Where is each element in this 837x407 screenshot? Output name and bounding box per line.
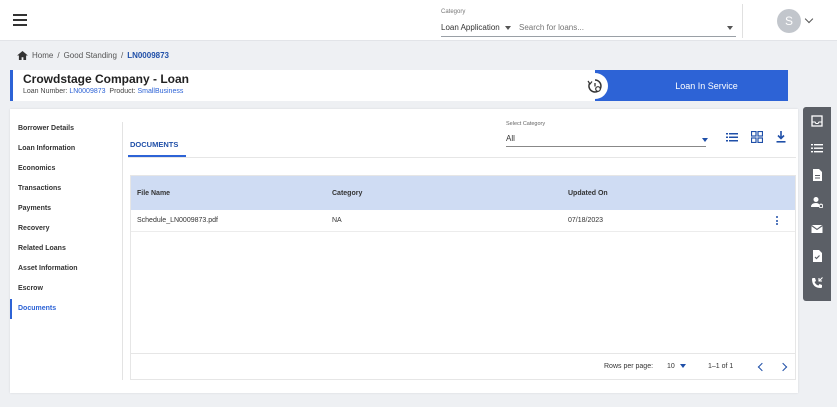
document-icon[interactable] — [811, 169, 823, 181]
column-header-category[interactable]: Category — [332, 190, 362, 197]
chevron-down-icon — [679, 364, 686, 369]
list-icon[interactable] — [811, 142, 823, 154]
breadcrumb-current: LN0009873 — [127, 51, 169, 60]
sidebar-item-loan-information[interactable]: Loan Information — [10, 139, 122, 159]
sidebar-item-related-loans[interactable]: Related Loans — [10, 239, 122, 259]
sidebar-item-escrow[interactable]: Escrow — [10, 279, 122, 299]
tab-divider — [128, 157, 796, 158]
topbar-divider — [742, 4, 743, 38]
loan-number[interactable]: LN0009873 — [69, 88, 105, 95]
breadcrumb-separator: / — [120, 51, 124, 60]
next-page-icon[interactable] — [778, 362, 788, 372]
table-row[interactable]: Schedule_LN0009873.pdf NA 07/18/2023 — [131, 210, 795, 232]
table-pagination: Rows per page: 10 1–1 of 1 — [131, 353, 795, 379]
sidebar-item-asset-information[interactable]: Asset Information — [10, 259, 122, 279]
chevron-down-icon[interactable] — [702, 138, 708, 142]
more-vert-icon[interactable] — [776, 216, 779, 227]
product-label: Product: — [109, 88, 136, 95]
previous-page-icon[interactable] — [757, 362, 767, 372]
breadcrumb-home[interactable]: Home — [32, 51, 53, 60]
home-icon[interactable] — [17, 51, 28, 60]
top-bar: Category Loan Application S — [0, 0, 837, 41]
inbox-icon[interactable] — [811, 115, 823, 127]
task-document-icon[interactable] — [811, 250, 823, 262]
category-select[interactable]: Loan Application — [441, 23, 511, 32]
sidebar-item-transactions[interactable]: Transactions — [10, 179, 122, 199]
list-view-icon[interactable] — [726, 131, 738, 143]
category-label: Category — [441, 9, 466, 15]
breadcrumb-good-standing[interactable]: Good Standing — [64, 51, 117, 60]
sidebar-item-payments[interactable]: Payments — [10, 199, 122, 219]
avatar[interactable]: S — [777, 9, 801, 33]
table-header: File Name Category Updated On — [131, 176, 795, 210]
status-badge: Loan In Service — [595, 70, 788, 101]
select-category-label: Select Category — [506, 121, 546, 127]
rows-per-page-value: 10 — [667, 363, 675, 370]
menu-icon[interactable] — [13, 14, 27, 26]
rows-per-page-select[interactable]: 10 — [667, 363, 686, 370]
sidebar-item-documents[interactable]: Documents — [10, 299, 122, 319]
loan-meta: Loan Number: LN0009873 Product: SmallBus… — [23, 88, 183, 95]
download-icon[interactable] — [775, 131, 787, 143]
documents-table: File Name Category Updated On Schedule_L… — [130, 175, 796, 380]
section-nav: Borrower Details Loan Information Econom… — [10, 119, 122, 319]
chevron-down-icon — [504, 25, 511, 30]
user-settings-icon[interactable] — [811, 196, 823, 208]
category-cell: NA — [332, 217, 342, 224]
select-category-underline — [506, 146, 706, 147]
right-action-rail — [803, 107, 831, 301]
sidebar-item-economics[interactable]: Economics — [10, 159, 122, 179]
rows-per-page-label: Rows per page: — [604, 363, 654, 370]
breadcrumb: Home / Good Standing / LN0009873 — [17, 51, 169, 60]
category-value: Loan Application — [441, 23, 500, 32]
breadcrumb-separator: / — [57, 51, 60, 60]
search-underline — [441, 36, 736, 37]
product-value[interactable]: SmallBusiness — [137, 88, 183, 95]
updated-on-cell: 07/18/2023 — [568, 217, 604, 224]
mail-icon[interactable] — [811, 223, 823, 235]
search-input[interactable] — [519, 19, 729, 35]
pagination-range: 1–1 of 1 — [708, 363, 734, 370]
sidebar-item-borrower-details[interactable]: Borrower Details — [10, 119, 122, 139]
page-title: Crowdstage Company - Loan — [23, 72, 190, 86]
sidebar-item-recovery[interactable]: Recovery — [10, 219, 122, 239]
tab-documents[interactable]: DOCUMENTS — [130, 140, 178, 149]
phone-callback-icon[interactable] — [811, 277, 823, 289]
grid-view-icon[interactable] — [751, 131, 763, 143]
file-name-cell[interactable]: Schedule_LN0009873.pdf — [137, 217, 218, 224]
column-header-file-name[interactable]: File Name — [137, 190, 170, 197]
search-dropdown-icon[interactable] — [727, 26, 733, 30]
chevron-down-icon[interactable] — [804, 14, 814, 24]
history-settings-icon[interactable] — [582, 73, 608, 99]
select-category-value[interactable]: All — [506, 134, 515, 143]
nav-divider — [122, 122, 123, 380]
loan-number-label: Loan Number: — [23, 88, 68, 95]
column-header-updated-on[interactable]: Updated On — [568, 190, 608, 197]
